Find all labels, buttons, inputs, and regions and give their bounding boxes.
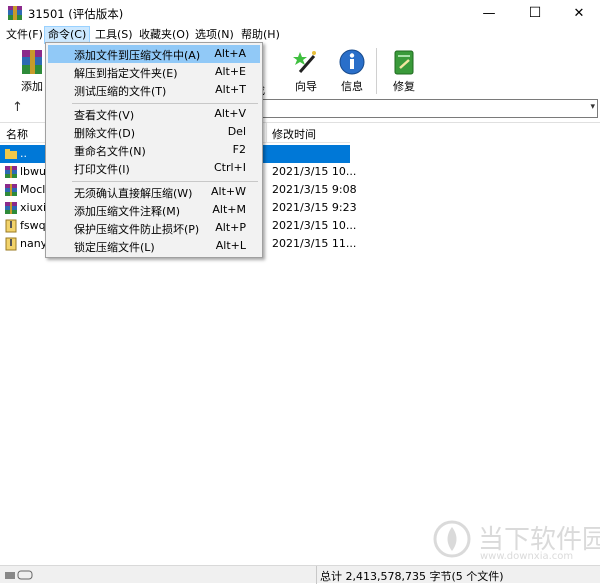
menu-separator xyxy=(72,181,258,182)
watermark-logo-icon xyxy=(432,519,472,559)
menu-item-label: 保护压缩文件防止损坏(P) xyxy=(74,223,200,236)
wizard-button[interactable]: 向导 xyxy=(286,46,326,96)
zip-file-icon xyxy=(4,219,18,233)
menu-item-shortcut: Alt+T xyxy=(215,83,246,96)
menu-item-label: 无须确认直接解压缩(W) xyxy=(74,187,193,200)
rar-file-icon xyxy=(4,183,18,197)
chevron-down-icon[interactable]: ▾ xyxy=(590,102,595,112)
watermark-url: www.downxia.com xyxy=(480,551,574,562)
winrar-app-icon xyxy=(7,5,23,21)
menu-extract-without-confirm[interactable]: 无须确认直接解压缩(W) Alt+W xyxy=(48,183,260,201)
menu-delete-file[interactable]: 删除文件(D) Del xyxy=(48,123,260,141)
file-date: 2021/3/15 10... xyxy=(272,219,357,232)
info-button[interactable]: 信息 xyxy=(332,46,372,96)
menu-print-file[interactable]: 打印文件(I) Ctrl+I xyxy=(48,159,260,177)
file-date: 2021/3/15 9:08 xyxy=(272,183,357,196)
repair-button[interactable]: 修复 xyxy=(384,46,424,96)
status-divider xyxy=(316,566,317,584)
rar-file-icon xyxy=(4,165,18,179)
watermark: 当下软件园 www.downxia.com xyxy=(432,517,600,569)
repair-kit-icon xyxy=(390,48,418,76)
parent-folder-icon xyxy=(4,147,18,161)
zip-file-icon xyxy=(4,237,18,251)
window-title: 31501 (评估版本) xyxy=(28,7,124,21)
info-icon xyxy=(338,48,366,76)
wizard-label: 向导 xyxy=(295,80,317,93)
menu-protect-archive[interactable]: 保护压缩文件防止损坏(P) Alt+P xyxy=(48,219,260,237)
status-total: 总计 2,413,578,735 字节(5 个文件) xyxy=(320,570,504,583)
menu-item-label: 锁定压缩文件(L) xyxy=(74,241,155,254)
menu-item-shortcut: Alt+W xyxy=(211,185,246,198)
title-bar: 31501 (评估版本) — ☐ ✕ xyxy=(0,0,600,26)
menu-item-shortcut: Alt+L xyxy=(215,239,246,252)
column-divider xyxy=(266,123,267,143)
command-menu: 添加文件到压缩文件中(A) Alt+A 解压到指定文件夹(E) Alt+E 测试… xyxy=(45,42,263,258)
menu-item-label: 解压到指定文件夹(E) xyxy=(74,67,178,80)
menu-lock-archive[interactable]: 锁定压缩文件(L) Alt+L xyxy=(48,237,260,255)
path-dropdown[interactable]: ▾ xyxy=(262,99,598,118)
menu-item-shortcut: Alt+E xyxy=(214,65,246,78)
menu-extract-to[interactable]: 解压到指定文件夹(E) Alt+E xyxy=(48,63,260,81)
magic-wand-icon xyxy=(292,48,320,76)
close-button[interactable]: ✕ xyxy=(556,0,600,26)
column-name-header[interactable]: 名称 xyxy=(6,126,28,142)
rar-file-icon xyxy=(4,201,18,215)
toolbar-divider xyxy=(376,48,377,94)
repair-label: 修复 xyxy=(393,80,415,93)
menu-item-shortcut: F2 xyxy=(232,143,246,156)
menu-item-label: 重命名文件(N) xyxy=(74,145,146,158)
menu-item-shortcut: Alt+M xyxy=(212,203,246,216)
menu-item-shortcut: Ctrl+I xyxy=(213,161,246,174)
menu-file[interactable]: 文件(F) xyxy=(3,26,46,44)
up-folder-icon[interactable]: ↑ xyxy=(12,100,26,116)
menu-add-archive-comment[interactable]: 添加压缩文件注释(M) Alt+M xyxy=(48,201,260,219)
minimize-button[interactable]: — xyxy=(466,0,512,26)
menu-item-label: 查看文件(V) xyxy=(74,109,135,122)
menu-item-shortcut: Alt+P xyxy=(215,221,246,234)
menu-item-shortcut: Del xyxy=(227,125,246,138)
menu-test-archive[interactable]: 测试压缩的文件(T) Alt+T xyxy=(48,81,260,99)
file-date: 2021/3/15 9:23 xyxy=(272,201,357,214)
column-modified-header[interactable]: 修改时间 xyxy=(272,126,316,142)
menu-add-to-archive[interactable]: 添加文件到压缩文件中(A) Alt+A xyxy=(48,45,260,63)
menu-item-label: 删除文件(D) xyxy=(74,127,136,140)
file-date: 2021/3/15 11... xyxy=(272,237,357,250)
menu-item-shortcut: Alt+A xyxy=(214,47,246,60)
menu-item-label: 测试压缩的文件(T) xyxy=(74,85,167,98)
info-label: 信息 xyxy=(341,80,363,93)
add-archive-icon xyxy=(18,48,46,76)
file-date: 2021/3/15 10... xyxy=(272,165,357,178)
menu-view-file[interactable]: 查看文件(V) Alt+V xyxy=(48,105,260,123)
status-bar: 总计 2,413,578,735 字节(5 个文件) xyxy=(0,565,600,584)
drive-lock-icon[interactable] xyxy=(4,569,34,581)
menu-item-label: 打印文件(I) xyxy=(74,163,130,176)
menu-item-label: 添加文件到压缩文件中(A) xyxy=(74,49,201,62)
menu-rename-file[interactable]: 重命名文件(N) F2 xyxy=(48,141,260,159)
maximize-button[interactable]: ☐ xyxy=(512,0,558,26)
menu-item-shortcut: Alt+V xyxy=(214,107,246,120)
menu-item-label: 添加压缩文件注释(M) xyxy=(74,205,181,218)
menu-separator xyxy=(72,103,258,104)
